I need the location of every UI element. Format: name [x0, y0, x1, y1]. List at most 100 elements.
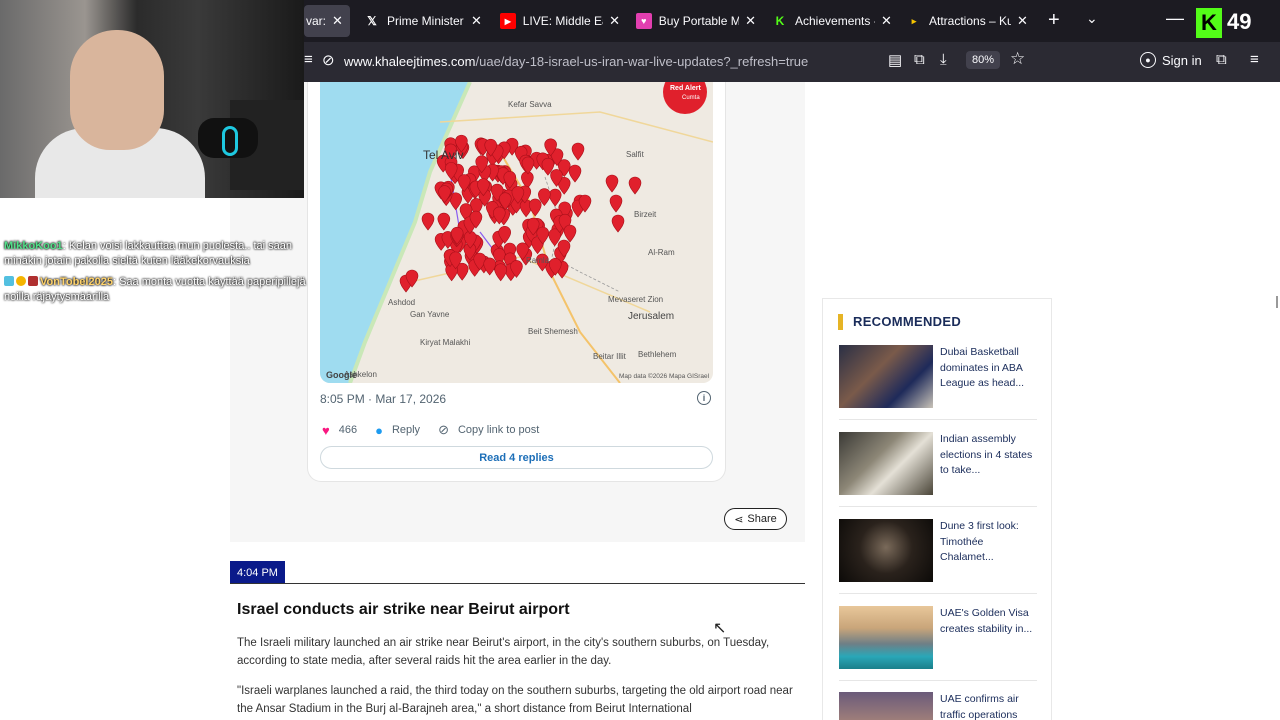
alert-pin-icon: [563, 224, 577, 243]
recommended-headline[interactable]: Dubai Basketball dominates in ABA League…: [940, 345, 1036, 392]
recommended-headline[interactable]: UAE's Golden Visa creates stability in..…: [940, 606, 1036, 637]
reader-view-icon[interactable]: ▤: [888, 51, 902, 69]
map-label: Salfit: [626, 150, 644, 159]
url-bar[interactable]: www.khaleejtimes.com/uae/day-18-israel-u…: [344, 54, 808, 69]
recommended-thumbnail[interactable]: [839, 606, 933, 669]
embedded-map[interactable]: Kefar Savva Tel Aviv Salfit Birzeit Raml…: [320, 82, 713, 383]
close-tab-icon[interactable]: ✕: [881, 13, 892, 29]
microphone-light: [222, 126, 238, 156]
map-label: Tel Aviv: [423, 148, 464, 162]
reply-label: Reply: [391, 424, 421, 436]
alert-pin-icon: [494, 263, 507, 282]
link-icon: ⊘: [438, 422, 449, 437]
kick-logo-icon: K: [1196, 8, 1222, 38]
tab-list-chevron-icon[interactable]: ⌄: [1086, 10, 1098, 27]
map-label: Jerusalem: [628, 311, 675, 322]
tab-buy-portable[interactable]: ♥ Buy Portable Mc ✕: [636, 5, 756, 37]
tab-label: Buy Portable Mc: [658, 14, 740, 28]
chat-message: VonTobel2025: Saa monta vuotta käyttää p…: [4, 276, 306, 303]
heart-icon: ♥: [322, 422, 330, 438]
alert-pin-icon: [528, 198, 542, 217]
zoom-level[interactable]: 80%: [966, 51, 1001, 69]
copy-link-button[interactable]: ⊘ Copy link to post: [438, 422, 539, 438]
reply-bubble-icon: ●: [375, 422, 383, 438]
share-button[interactable]: ⋖ Share: [724, 508, 787, 530]
tab-label: Achievements -: [795, 14, 875, 28]
account-icon: ●: [1140, 52, 1156, 68]
recommended-headline[interactable]: UAE confirms air traffic operations: [940, 692, 1036, 720]
recommended-accent-bar: [838, 314, 843, 330]
picture-in-picture-icon[interactable]: ⧉: [914, 51, 925, 68]
close-tab-icon[interactable]: ✕: [609, 13, 620, 29]
close-tab-icon[interactable]: ✕: [471, 13, 482, 29]
red-alert-badge-sub: Cumta: [682, 95, 700, 101]
update-headline: Israel conducts air strike near Beirut a…: [237, 601, 570, 618]
alert-pin-icon: [609, 194, 623, 213]
update-time-badge: 4:04 PM: [230, 561, 285, 584]
new-tab-button[interactable]: +: [1048, 10, 1060, 30]
menu-icon[interactable]: ≡: [1250, 51, 1259, 68]
map-label: Ashdod: [388, 298, 416, 307]
tab-attractions[interactable]: ▸ Attractions – Ku ✕: [906, 5, 1030, 37]
alert-pin-icon: [628, 176, 642, 195]
x-icon: 𝕏: [367, 14, 377, 28]
alert-pin-icon: [571, 142, 585, 161]
recommended-headline[interactable]: Indian assembly elections in 4 states to…: [940, 432, 1036, 479]
kick-icon: K: [775, 14, 785, 28]
recommended-item[interactable]: Dune 3 first look: Timothée Chalamet...: [839, 519, 1037, 583]
recommended-thumbnail[interactable]: [839, 692, 933, 720]
permissions-icon[interactable]: ≡: [304, 51, 313, 68]
share-label: Share: [747, 513, 777, 525]
recommended-item[interactable]: UAE confirms air traffic operations: [839, 692, 1037, 720]
recommended-headline[interactable]: Dune 3 first look: Timothée Chalamet...: [940, 519, 1036, 566]
close-tab-icon[interactable]: ✕: [745, 13, 756, 29]
map-label: Beit Shemesh: [528, 327, 578, 336]
extensions-icon[interactable]: ⧉: [1216, 51, 1227, 68]
tab-achievements[interactable]: K Achievements - ✕: [772, 5, 892, 37]
scrollbar-thumb[interactable]: [1276, 296, 1278, 308]
sign-in-label: Sign in: [1162, 52, 1202, 68]
alert-pin-icon: [521, 156, 535, 175]
sign-in-button[interactable]: ● Sign in: [1140, 52, 1202, 68]
map-label: Beitar Illit: [593, 352, 626, 361]
post-timestamp[interactable]: 8:05 PM · Mar 17, 2026: [320, 392, 446, 406]
youtube-icon: ▶: [500, 13, 516, 29]
mouse-cursor-icon: ↖: [713, 620, 727, 637]
tab-current[interactable]: var: T ✕: [304, 5, 350, 37]
recommended-item[interactable]: Indian assembly elections in 4 states to…: [839, 432, 1037, 496]
recommended-thumbnail[interactable]: [839, 345, 933, 408]
recommended-item[interactable]: UAE's Golden Visa creates stability in..…: [839, 606, 1037, 670]
recommended-thumbnail[interactable]: [839, 519, 933, 582]
minimize-window-icon[interactable]: —: [1166, 8, 1184, 29]
google-logo: Google: [326, 370, 357, 380]
map-graphic: [320, 82, 713, 383]
navigation-bar: ≡ ⊘ www.khaleejtimes.com/uae/day-18-isra…: [304, 42, 1280, 82]
tab-bar: var: T ✕ 𝕏 Prime Minister c ✕ ▶ LIVE: Mi…: [304, 0, 1280, 42]
tab-label: Attractions – Ku: [929, 14, 1011, 28]
reply-button[interactable]: ● Reply: [375, 423, 420, 438]
map-label: Kefar Savva: [508, 100, 552, 109]
close-tab-icon[interactable]: ✕: [332, 13, 343, 29]
like-count: 466: [338, 424, 358, 436]
divider: [839, 419, 1037, 420]
read-replies-button[interactable]: Read 4 replies: [320, 446, 713, 469]
webcam-feed: [0, 0, 304, 198]
map-attribution: Map data ©2026 Mapa GISrael: [619, 373, 710, 380]
close-tab-icon[interactable]: ✕: [1017, 13, 1028, 29]
bookmark-star-icon[interactable]: ☆: [1010, 49, 1025, 69]
like-button[interactable]: ♥ 466: [322, 423, 357, 438]
info-icon[interactable]: i: [697, 391, 711, 405]
alert-pin-icon: [483, 257, 496, 276]
alert-pin-icon: [548, 188, 562, 207]
red-alert-badge: Red Alert: [670, 85, 701, 92]
download-icon[interactable]: ⤓: [940, 51, 947, 68]
recommended-thumbnail[interactable]: [839, 432, 933, 495]
tab-label: LIVE: Middle Eas: [522, 14, 603, 28]
chat-username: MikkoKoo1: [4, 240, 63, 252]
tab-prime-minister[interactable]: 𝕏 Prime Minister c ✕: [364, 5, 484, 37]
tab-live-middle-east[interactable]: ▶ LIVE: Middle Eas ✕: [500, 5, 620, 37]
recommended-item[interactable]: Dubai Basketball dominates in ABA League…: [839, 345, 1037, 409]
recommended-title: RECOMMENDED: [853, 314, 962, 329]
map-label: Birzeit: [634, 210, 657, 219]
tracking-protection-icon[interactable]: ⊘: [322, 51, 335, 69]
